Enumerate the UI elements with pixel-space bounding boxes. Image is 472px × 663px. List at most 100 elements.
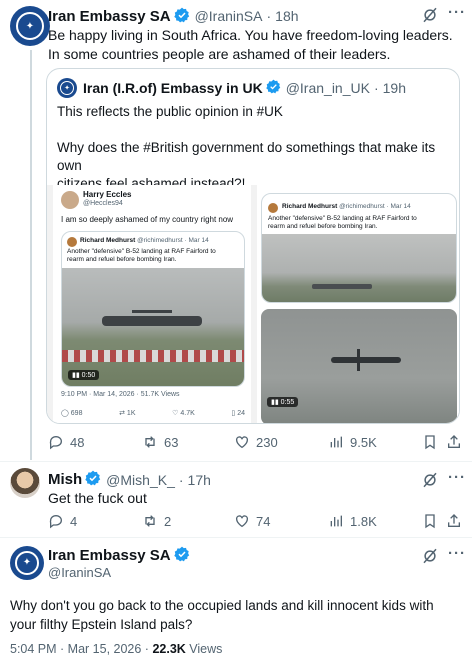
avatar[interactable]: ✦ [10,546,44,580]
quote-avatar: ✦ [57,78,77,98]
avatar[interactable]: ✦ [10,6,50,46]
medhurst-avatar [268,203,278,213]
tweet-actions: 48 63 230 9.5K [48,434,460,450]
embedded-stats: ◯ 698 ⇄ 1K ♡ 4.7K ▯ 24 [61,409,245,417]
embedded-footer: 9:10 PM · Mar 14, 2026 · 51.7K Views [61,391,180,398]
divider [0,537,472,538]
embedded-reply-icon: ◯ 698 [61,410,83,417]
verified-badge-icon [173,546,190,565]
tweet-text-line: Why don't you go back to the occupied la… [10,598,434,613]
stat-value: 24 [237,410,245,417]
views-button[interactable]: 9.5K [328,434,377,450]
more-options-icon[interactable]: ··· [448,4,466,21]
emblem-icon: ✦ [15,551,39,575]
views-icon [330,515,342,527]
like-button[interactable]: 74 [234,513,270,529]
reply-count: 48 [70,434,85,450]
quote-author-handle: @Iran_in_UK [285,80,370,96]
embedded-repost-icon: ⇄ 1K [119,410,136,417]
tweet-meta: 5:04 PM · Mar 15, 2026 · 22.3K Views [10,642,222,656]
quote-tweet[interactable]: ✦ Iran (I.R.of) Embassy in UK @Iran_in_U… [46,68,460,424]
video-thumbnail[interactable]: ▮▮ 0:50 [62,268,244,386]
repost-count: 63 [164,434,179,450]
verified-badge-icon [173,7,190,26]
tweet-text-line: Be happy living in South Africa. You hav… [48,27,453,43]
medhurst-avatar [67,237,77,247]
embedded-author-handle: @Heccles94 [83,200,123,207]
thread-line [30,50,32,460]
embedded-inner-handle: @richimedhurst · Mar 14 [137,237,209,244]
repost-button[interactable]: 2 [142,513,171,529]
author-name[interactable]: Mish [48,471,82,488]
embedded-inner-text: Another "defensive" B-52 landing at RAF … [268,215,417,222]
embedded-bookmark-icon: ▯ 24 [231,410,245,417]
video-time: 0:55 [280,399,295,406]
verified-badge-icon [265,79,281,97]
embedded-like-icon: ♡ 4.7K [172,410,195,417]
quote-text-line: Why does the #British government do some… [57,140,436,173]
timestamp[interactable]: 18h [275,8,298,24]
reply-icon [49,436,62,450]
views-count: 9.5K [350,434,377,450]
harry-avatar [61,191,79,209]
video-duration: ▮▮ 0:50 [68,370,100,380]
aircraft-icon [312,284,372,289]
author-handle[interactable]: @IraninSA [48,565,111,580]
tweet-text: Why don't you go back to the occupied la… [10,596,465,634]
author-name[interactable]: Iran Embassy SA [48,547,171,564]
embedded-quote-card: Richard Medhurst @richimedhurst · Mar 14… [261,193,457,303]
quote-text-line: This reflects the public opinion in #UK [57,104,283,119]
repost-icon [145,436,155,448]
reply-count: 4 [70,513,78,529]
emblem-icon: ✦ [60,81,74,95]
tweet-header: Mish @Mish_K_ · 17h [48,470,211,489]
author-handle[interactable]: @IraninSA [195,8,263,24]
reply-button[interactable]: 4 [48,513,77,529]
tweet-text-line: In some countries people are ashamed of … [48,46,391,62]
tweet-meta-views-label: Views [185,642,223,656]
video-thumbnail[interactable]: ▮▮ 0:55 [261,309,457,423]
views-button[interactable]: 1.8K [328,513,377,529]
quote-header: Iran (I.R.of) Embassy in UK @Iran_in_UK … [83,79,406,97]
play-icon: ▮▮ [271,399,281,406]
share-icon[interactable] [446,434,462,455]
embedded-quote-card: Richard Medhurst @richimedhurst · Mar 14… [61,231,245,387]
quote-timestamp: 19h [382,80,406,96]
embedded-inner-handle: @richimedhurst · Mar 14 [339,203,411,210]
media-left-screenshot[interactable]: Harry Eccles @Heccles94 I am so deeply a… [53,185,251,423]
stat-value: 4.7K [180,410,195,417]
author-handle[interactable]: @Mish_K_ [106,472,175,488]
verified-badge-icon [85,470,101,489]
bookmark-icon[interactable] [422,513,438,534]
repost-icon [145,515,155,527]
media-right-screenshot[interactable]: Richard Medhurst @richimedhurst · Mar 14… [257,185,459,423]
avatar[interactable] [10,468,40,498]
tweet-meta-time[interactable]: 5:04 PM · Mar 15, 2026 · [10,642,152,656]
author-name[interactable]: Iran Embassy SA [48,8,171,25]
reply-icon [49,515,62,529]
video-time: 0:50 [81,372,96,379]
reply-button[interactable]: 48 [48,434,84,450]
grok-icon[interactable] [421,471,439,489]
share-icon[interactable] [446,513,462,534]
tweet-text: Get the fuck out [48,490,147,506]
embedded-text: I am so deeply ashamed of my country rig… [61,215,234,224]
more-options-icon[interactable]: ··· [448,545,466,562]
tweet-text-line: your filthy Epstein Island pals? [10,617,193,632]
repost-button[interactable]: 63 [142,434,178,450]
video-thumbnail[interactable] [262,234,456,302]
stat-value: 1K [126,410,136,417]
embedded-inner-name: Richard Medhurst [80,237,136,244]
like-count: 74 [256,513,271,529]
bookmark-icon[interactable] [422,434,438,455]
grok-icon[interactable] [421,6,439,24]
quote-media[interactable]: Harry Eccles @Heccles94 I am so deeply a… [47,185,459,423]
timestamp[interactable]: 17h [188,472,211,488]
more-options-icon[interactable]: ··· [448,469,466,486]
like-icon [236,515,248,528]
like-button[interactable]: 230 [234,434,278,450]
views-icon [330,436,342,448]
tweet-header: Iran Embassy SA @IraninSA · 18h [48,7,299,26]
grok-icon[interactable] [421,547,439,565]
emblem-icon: ✦ [16,12,44,40]
